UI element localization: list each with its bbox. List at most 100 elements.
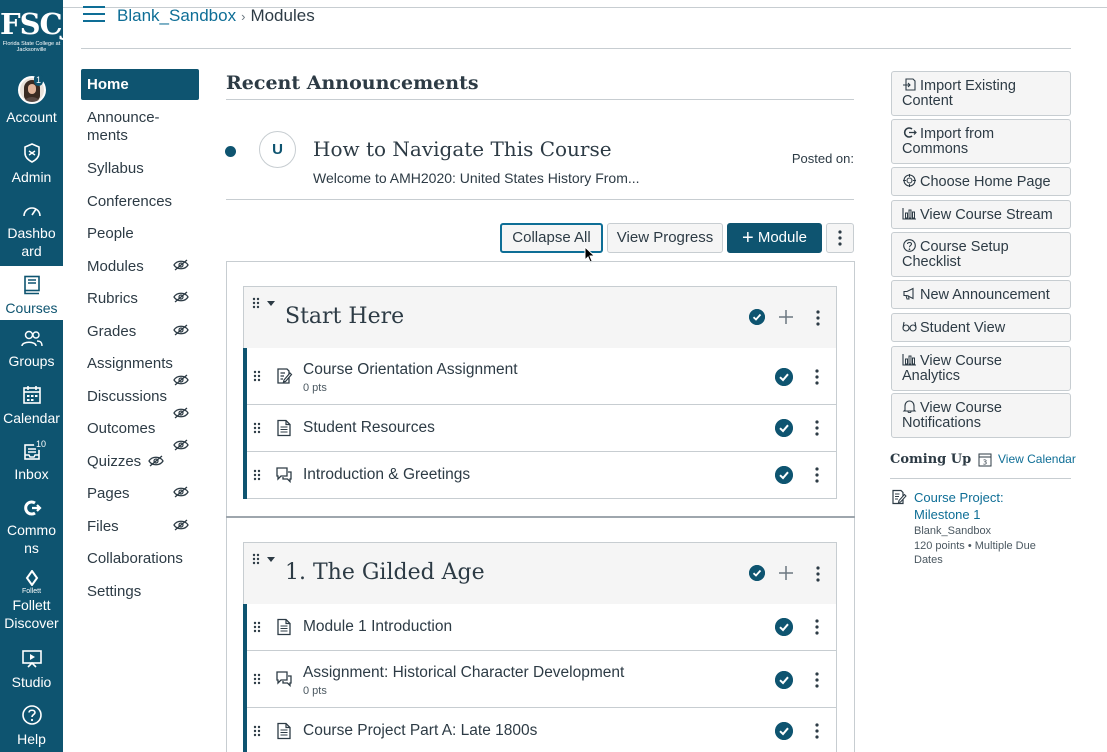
module-item[interactable]: Course Project Part A: Late 1800s	[247, 708, 837, 752]
published-check-icon[interactable]	[775, 671, 793, 689]
shield-icon	[23, 143, 40, 163]
global-nav-admin[interactable]: Admin	[0, 142, 63, 186]
kebab-icon[interactable]	[816, 310, 820, 326]
new-announcement-button[interactable]: New Announcement	[891, 280, 1071, 309]
module-item-title[interactable]: Introduction & Greetings	[303, 465, 470, 485]
commons-icon	[23, 500, 42, 516]
modules-divider	[226, 516, 855, 518]
choose-home-page-button[interactable]: Choose Home Page	[891, 167, 1071, 196]
course-nav-syllabus[interactable]: Syllabus	[81, 160, 199, 178]
discussion-icon	[276, 467, 292, 484]
view-course-analytics-button[interactable]: View Course Analytics	[891, 346, 1071, 391]
global-nav-inbox[interactable]: 10 Inbox	[0, 438, 63, 483]
module-item-title[interactable]: Course Orientation Assignment	[303, 360, 518, 380]
published-check-icon[interactable]	[775, 419, 793, 437]
global-nav-label: Commons	[6, 522, 56, 556]
global-nav-help[interactable]: Help	[0, 704, 63, 748]
question-icon	[903, 239, 916, 252]
course-nav-home[interactable]: Home	[81, 69, 199, 100]
inbox-badge: 10	[34, 438, 49, 450]
published-check-icon[interactable]	[775, 466, 793, 484]
drag-handle-icon[interactable]	[253, 673, 261, 685]
module-item[interactable]: Introduction & Greetings	[247, 452, 837, 499]
module-item-title[interactable]: Student Resources	[303, 418, 435, 438]
course-nav-discussions[interactable]: Discussions	[81, 388, 199, 406]
hamburger-menu-icon[interactable]	[83, 6, 105, 24]
course-nav-settings[interactable]: Settings	[81, 583, 199, 601]
global-nav-studio[interactable]: Studio	[0, 649, 63, 691]
view-course-notifications-button[interactable]: View Course Notifications	[891, 393, 1071, 438]
announcements-rule	[226, 199, 854, 200]
global-nav-label: Follett Discover	[4, 597, 59, 631]
global-nav-dashboard[interactable]: Dashboard	[0, 202, 63, 260]
course-nav-conferences[interactable]: Conferences	[81, 193, 199, 211]
course-nav-collaborations[interactable]: Collaborations	[81, 550, 199, 568]
course-setup-checklist-button[interactable]: Course Setup Checklist	[891, 232, 1071, 277]
published-check-icon[interactable]	[749, 309, 765, 325]
add-module-button[interactable]: + Module	[727, 223, 822, 253]
kebab-icon[interactable]	[816, 566, 820, 582]
module-item-title[interactable]: Assignment: Historical Character Develop…	[303, 663, 624, 683]
module-item[interactable]: Assignment: Historical Character Develop…	[247, 651, 837, 708]
module-header[interactable]: Start Here	[243, 286, 837, 349]
kebab-icon[interactable]	[815, 723, 819, 739]
module-header[interactable]: 1. The Gilded Age	[243, 542, 837, 605]
drag-handle-icon[interactable]	[252, 297, 260, 309]
course-nav-announcements[interactable]: Announce-ments	[81, 109, 181, 145]
kebab-icon[interactable]	[815, 420, 819, 436]
add-item-plus-icon[interactable]	[778, 565, 794, 581]
view-calendar-link[interactable]: View Calendar	[998, 452, 1076, 466]
button-label: View Course Stream	[920, 207, 1053, 223]
course-nav-outcomes[interactable]: Outcomes	[81, 420, 199, 438]
course-nav-quizzes[interactable]: Quizzes	[81, 453, 199, 471]
course-nav-people[interactable]: People	[81, 225, 199, 243]
global-nav-courses[interactable]: Courses	[0, 266, 63, 320]
drag-handle-icon[interactable]	[253, 422, 261, 434]
view-course-stream-button[interactable]: View Course Stream	[891, 200, 1071, 229]
drag-handle-icon[interactable]	[253, 469, 261, 481]
announcement-title-link[interactable]: How to Navigate This Course	[313, 136, 612, 162]
module-title: Start Here	[285, 304, 405, 329]
drag-handle-icon[interactable]	[253, 621, 261, 633]
course-nav-assignments[interactable]: Assignments	[81, 355, 199, 373]
import-from-commons-button[interactable]: Import from Commons	[891, 119, 1071, 164]
fscj-logo[interactable]: FSCJ Florida State College at Jacksonvil…	[0, 8, 75, 53]
module-item-title[interactable]: Module 1 Introduction	[303, 617, 452, 637]
global-nav-groups[interactable]: Groups	[0, 330, 63, 370]
published-check-icon[interactable]	[775, 368, 793, 386]
page-icon	[277, 419, 291, 437]
drag-handle-icon[interactable]	[253, 370, 261, 382]
collapse-caret-icon[interactable]	[267, 301, 275, 306]
recent-announcements: Recent Announcements U How to Navigate T…	[225, 70, 856, 200]
announcements-title: Recent Announcements	[226, 72, 479, 94]
breadcrumb-course-link[interactable]: Blank_Sandbox	[117, 6, 236, 25]
global-nav-account[interactable]: 1 Account	[0, 74, 63, 126]
published-check-icon[interactable]	[749, 565, 765, 581]
kebab-icon[interactable]	[815, 467, 819, 483]
global-nav-follett[interactable]: Follett Follett Discover	[0, 570, 63, 632]
kebab-icon[interactable]	[815, 619, 819, 635]
more-options-button[interactable]	[826, 223, 854, 253]
published-check-icon[interactable]	[775, 722, 793, 740]
student-view-button[interactable]: Student View	[891, 313, 1071, 342]
global-nav-commons[interactable]: Commons	[0, 499, 63, 557]
drag-handle-icon[interactable]	[253, 725, 261, 737]
module-item[interactable]: Student Resources	[247, 405, 837, 452]
button-label: New Announcement	[920, 287, 1050, 303]
global-nav-calendar[interactable]: Calendar	[0, 385, 63, 427]
kebab-icon[interactable]	[815, 369, 819, 385]
module-item[interactable]: Module 1 Introduction	[247, 604, 837, 651]
calendar-icon[interactable]: 3	[978, 452, 992, 467]
add-item-plus-icon[interactable]	[778, 309, 794, 325]
import-existing-content-button[interactable]: Import Existing Content	[891, 71, 1071, 116]
published-check-icon[interactable]	[775, 618, 793, 636]
collapse-caret-icon[interactable]	[267, 557, 275, 562]
drag-handle-icon[interactable]	[252, 553, 260, 565]
bell-icon	[902, 400, 917, 413]
glasses-icon	[902, 321, 917, 332]
kebab-icon[interactable]	[815, 672, 819, 688]
coming-up-item-link[interactable]: Course Project: Milestone 1	[914, 489, 1054, 523]
view-progress-button[interactable]: View Progress	[607, 223, 723, 253]
module-item-title[interactable]: Course Project Part A: Late 1800s	[303, 721, 537, 741]
module-item[interactable]: Course Orientation Assignment 0 pts	[247, 348, 837, 405]
